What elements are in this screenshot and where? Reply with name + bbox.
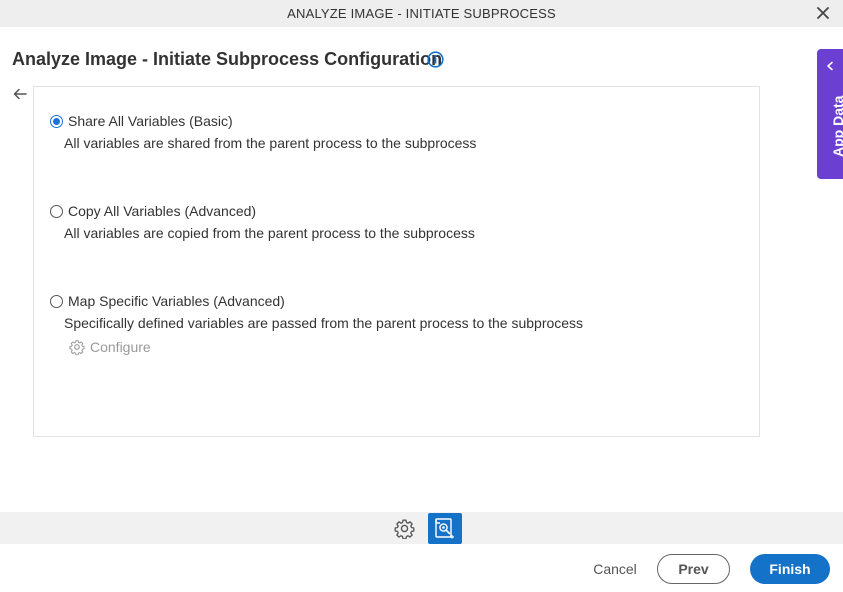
window-titlebar: ANALYZE IMAGE - INITIATE SUBPROCESS bbox=[0, 0, 843, 27]
analyze-image-tool-button[interactable] bbox=[428, 513, 462, 544]
chevron-left-icon bbox=[827, 61, 833, 71]
option-map-specific: Map Specific Variables (Advanced) Specif… bbox=[50, 293, 583, 331]
analyze-image-icon bbox=[435, 518, 454, 539]
configure-label: Configure bbox=[90, 339, 151, 355]
gear-icon bbox=[69, 340, 85, 355]
option-share-all: Share All Variables (Basic) All variable… bbox=[50, 113, 476, 151]
radio-map-specific[interactable] bbox=[50, 294, 63, 308]
option-description: All variables are copied from the parent… bbox=[64, 225, 475, 241]
window-title: ANALYZE IMAGE - INITIATE SUBPROCESS bbox=[287, 6, 556, 21]
page-title: Analyze Image - Initiate Subprocess Conf… bbox=[12, 49, 443, 69]
cancel-button[interactable]: Cancel bbox=[584, 554, 646, 584]
option-description: All variables are shared from the parent… bbox=[64, 135, 477, 151]
finish-button[interactable]: Finish bbox=[750, 554, 830, 584]
app-data-label: App Data bbox=[830, 95, 843, 157]
bottom-toolbar bbox=[0, 512, 843, 544]
option-label: Map Specific Variables (Advanced) bbox=[68, 293, 285, 309]
option-description: Specifically defined variables are passe… bbox=[64, 315, 584, 331]
configure-link[interactable]: Configure bbox=[69, 339, 151, 355]
options-panel: Share All Variables (Basic) All variable… bbox=[33, 86, 760, 437]
option-label: Share All Variables (Basic) bbox=[68, 113, 233, 129]
option-copy-all: Copy All Variables (Advanced) All variab… bbox=[50, 203, 475, 241]
app-data-tab[interactable]: App Data bbox=[817, 49, 843, 179]
settings-gear-icon[interactable] bbox=[394, 518, 415, 539]
close-icon[interactable] bbox=[815, 5, 831, 21]
radio-share-all[interactable] bbox=[50, 114, 63, 128]
radio-copy-all[interactable] bbox=[50, 204, 63, 218]
prev-button[interactable]: Prev bbox=[657, 554, 730, 584]
info-icon[interactable] bbox=[427, 51, 444, 68]
option-share-all-row[interactable]: Share All Variables (Basic) bbox=[50, 113, 476, 129]
back-arrow-icon[interactable] bbox=[12, 86, 28, 102]
option-copy-all-row[interactable]: Copy All Variables (Advanced) bbox=[50, 203, 475, 219]
option-label: Copy All Variables (Advanced) bbox=[68, 203, 257, 219]
option-map-specific-row[interactable]: Map Specific Variables (Advanced) bbox=[50, 293, 583, 309]
